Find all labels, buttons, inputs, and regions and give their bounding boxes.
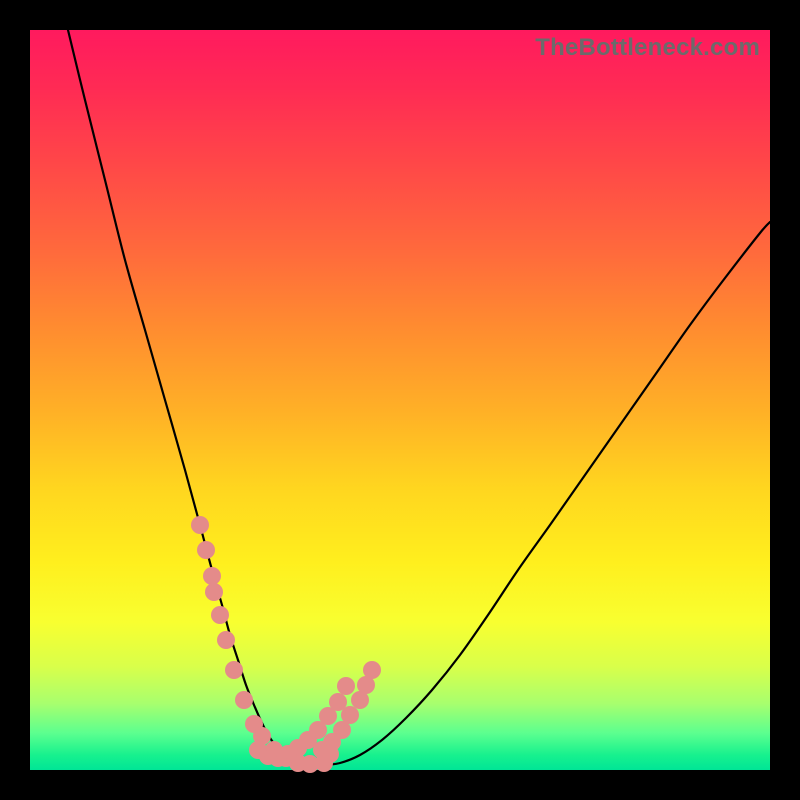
data-point <box>321 745 339 763</box>
data-point <box>249 741 267 759</box>
bottleneck-curve-line <box>68 30 770 765</box>
data-point <box>191 516 209 534</box>
data-point <box>217 631 235 649</box>
data-point <box>225 661 243 679</box>
data-point <box>235 691 253 709</box>
data-point <box>203 567 221 585</box>
data-points-group <box>191 516 381 773</box>
data-point <box>211 606 229 624</box>
chart-frame: TheBottleneck.com <box>0 0 800 800</box>
data-point <box>197 541 215 559</box>
chart-svg <box>30 30 770 770</box>
data-point <box>363 661 381 679</box>
plot-area: TheBottleneck.com <box>30 30 770 770</box>
data-point <box>337 677 355 695</box>
data-point <box>205 583 223 601</box>
